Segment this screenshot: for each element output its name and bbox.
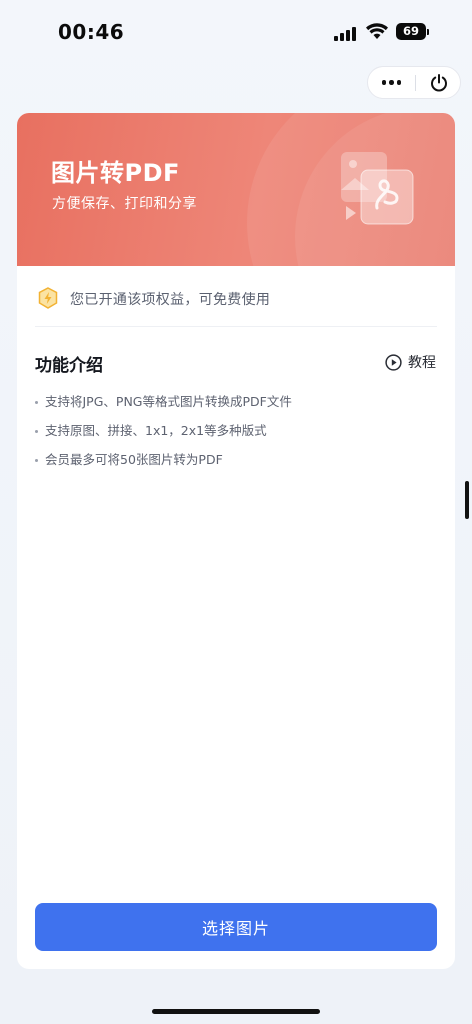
select-image-button[interactable]: 选择图片 [35, 903, 437, 951]
shield-bolt-icon [38, 287, 58, 309]
tutorial-link[interactable]: 教程 [385, 351, 436, 373]
battery-icon: 69 [396, 23, 430, 40]
benefit-text: 您已开通该项权益，可免费使用 [70, 292, 271, 308]
features-title: 功能介绍 [35, 356, 103, 376]
scrollbar[interactable] [465, 481, 469, 519]
play-circle-icon [385, 353, 402, 371]
battery-level: 69 [396, 23, 426, 40]
main-card: 图片转PDF 方便保存、打印和分享 您已开通该项权益，可免费使用 功能介绍 教程… [17, 113, 455, 969]
feature-item: 支持原图、拼接、1x1，2x1等多种版式 [35, 422, 437, 451]
feature-banner: 图片转PDF 方便保存、打印和分享 [17, 113, 455, 266]
benefit-row: 您已开通该项权益，可免费使用 [35, 283, 437, 327]
status-time: 00:46 [58, 20, 125, 44]
banner-title: 图片转PDF [51, 159, 180, 187]
feature-item: 支持将JPG、PNG等格式图片转换成PDF文件 [35, 393, 437, 422]
banner-subtitle: 方便保存、打印和分享 [52, 196, 197, 212]
tutorial-label: 教程 [408, 355, 436, 371]
feature-item: 会员最多可将50张图片转为PDF [35, 451, 437, 480]
feature-list: 支持将JPG、PNG等格式图片转换成PDF文件 支持原图、拼接、1x1，2x1等… [35, 393, 437, 480]
status-bar: 00:46 69 [0, 0, 472, 62]
power-icon[interactable] [416, 67, 461, 98]
image-to-pdf-icon [341, 152, 414, 225]
divider [35, 326, 437, 327]
miniprogram-capsule [367, 66, 461, 99]
more-dots-icon[interactable] [368, 67, 415, 98]
wifi-icon [366, 23, 388, 39]
cellular-signal-icon [334, 25, 360, 41]
home-indicator[interactable] [152, 1009, 320, 1014]
